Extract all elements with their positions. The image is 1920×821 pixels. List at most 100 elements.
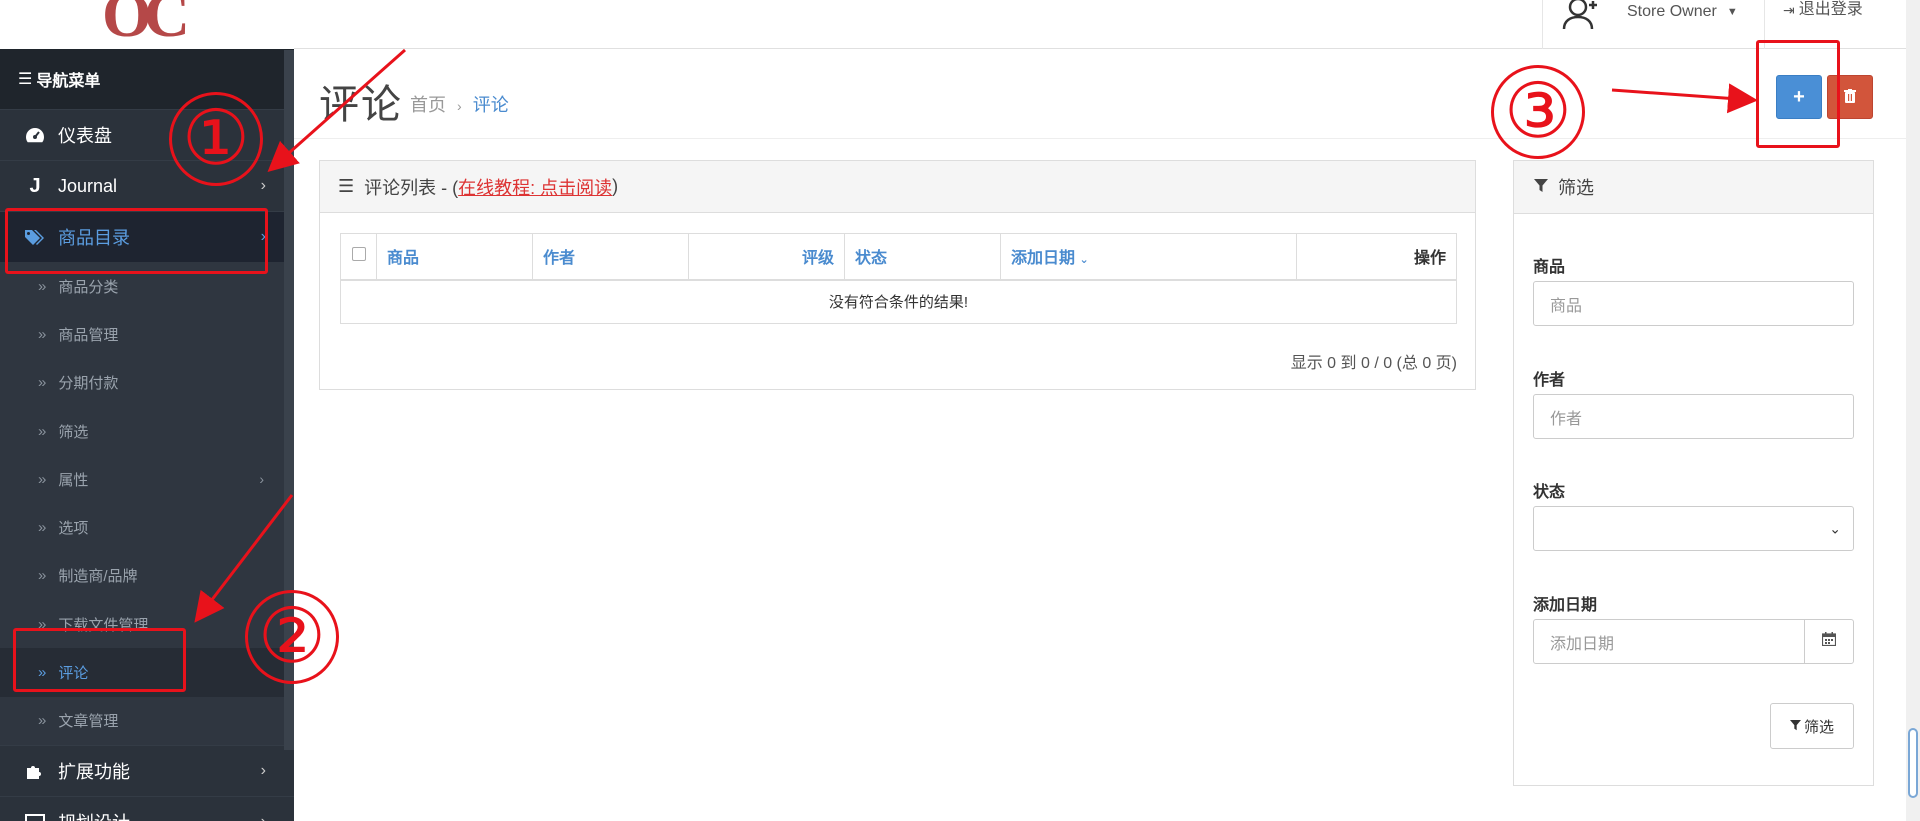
annotation-box-add-button	[1756, 40, 1840, 148]
logo-area: OC	[0, 0, 294, 49]
logo: OC	[102, 0, 190, 49]
caret-down-icon: ▼	[1726, 5, 1738, 18]
filter-status-select[interactable]: ⌄	[1533, 506, 1854, 551]
chevron-down-icon: ⌄	[1829, 520, 1841, 536]
chevron-right-icon: ›	[260, 177, 266, 194]
dashboard-icon	[24, 126, 46, 144]
select-all-cell	[340, 233, 377, 281]
sign-out-icon: ⇥	[1783, 2, 1795, 18]
sidebar-subitem-products[interactable]: » 商品管理	[0, 310, 294, 359]
double-chevron-icon: »	[38, 567, 47, 585]
sidebar-item-label: 扩展功能	[58, 761, 130, 782]
annotation-box-reviews	[13, 628, 186, 692]
chevron-right-icon: ›	[260, 761, 266, 779]
list-icon: ☰	[338, 176, 355, 196]
page-scrollbar-thumb[interactable]	[1908, 728, 1918, 798]
top-bar: Store Owner ▼ ⇥ 退出登录	[294, 0, 1920, 49]
double-chevron-icon: »	[38, 712, 47, 730]
column-header-status[interactable]: 状态	[844, 233, 1001, 281]
filter-date-label: 添加日期	[1533, 597, 1598, 614]
user-avatar-icon	[1561, 0, 1601, 35]
journal-icon: J	[29, 174, 41, 197]
filter-panel: 筛选 商品 商品 作者 作者 状态 ⌄ 添加日期 添加日期 筛选	[1513, 160, 1874, 786]
double-chevron-icon: »	[38, 277, 47, 295]
sidebar-subitem-installments[interactable]: » 分期付款	[0, 358, 294, 407]
page-header: 评论 首页 › 评论 +	[294, 50, 1920, 139]
review-list-heading: ☰ 评论列表 - ( 在线教程: 点击阅读 )	[320, 161, 1475, 213]
sidebar-subitem-label: 分期付款	[58, 375, 119, 393]
review-list-heading-prefix: 评论列表 - (	[364, 177, 459, 198]
sidebar-item-extensions[interactable]: 扩展功能 ›	[0, 744, 294, 796]
sidebar-subitem-manufacturers[interactable]: » 制造商/品牌	[0, 551, 294, 601]
sidebar-item-label: 规划设计	[58, 809, 130, 821]
breadcrumb-current-link[interactable]: 评论	[473, 95, 509, 115]
double-chevron-icon: »	[38, 325, 47, 343]
sidebar-subitem-options[interactable]: » 选项	[0, 503, 294, 552]
review-list-panel: ☰ 评论列表 - ( 在线教程: 点击阅读 ) 商品 作者 评级 状态 添加日期…	[319, 160, 1476, 390]
review-list-heading-suffix: )	[612, 176, 619, 196]
double-chevron-icon: »	[38, 519, 47, 537]
sidebar-subitem-label: 属性	[58, 471, 89, 489]
chevron-right-icon: ›	[259, 471, 264, 488]
sidebar-subitem-label: 选项	[58, 520, 89, 538]
filter-status-label: 状态	[1533, 484, 1566, 501]
desktop-icon	[24, 813, 46, 821]
sidebar-item-label: Journal	[58, 175, 118, 196]
column-header-rating[interactable]: 评级	[688, 233, 845, 281]
pagination-summary: 显示 0 到 0 / 0 (总 0 页)	[1290, 355, 1457, 372]
filter-date-group: 添加日期	[1533, 619, 1854, 664]
filter-date-input[interactable]: 添加日期	[1534, 620, 1805, 663]
double-chevron-icon: »	[38, 374, 47, 392]
page-scrollbar[interactable]	[1906, 0, 1920, 821]
table-row-empty: 没有符合条件的结果!	[340, 279, 1457, 324]
puzzle-icon	[24, 762, 46, 780]
column-header-author[interactable]: 作者	[532, 233, 689, 281]
page-title: 评论	[319, 83, 403, 127]
sidebar-subitem-filters[interactable]: » 筛选	[0, 406, 294, 456]
annotation-step-1: ①	[169, 92, 263, 186]
nav-menu-header-label: 导航菜单	[36, 73, 101, 90]
trash-icon	[1844, 88, 1856, 106]
filter-author-label: 作者	[1533, 372, 1566, 389]
sidebar-item-design[interactable]: 规划设计 ›	[0, 795, 294, 821]
filter-heading: 筛选	[1514, 161, 1873, 214]
column-header-date-added-label: 添加日期	[1011, 250, 1076, 268]
column-header-date-added[interactable]: 添加日期 ⌄	[1000, 233, 1297, 281]
filter-author-input[interactable]: 作者	[1533, 394, 1854, 439]
sidebar-subitem-label: 商品分类	[58, 278, 119, 296]
user-menu[interactable]: Store Owner ▼	[1542, 0, 1738, 49]
logout-label: 退出登录	[1798, 1, 1863, 18]
filter-product-input[interactable]: 商品	[1533, 281, 1854, 326]
filter-heading-label: 筛选	[1558, 178, 1594, 198]
filter-date-placeholder: 添加日期	[1550, 635, 1615, 653]
sidebar-item-label: 仪表盘	[58, 126, 112, 146]
filter-icon	[1789, 718, 1801, 735]
sort-caret-down-icon: ⌄	[1079, 254, 1089, 267]
filter-submit-label: 筛选	[1803, 718, 1834, 736]
filter-product-placeholder: 商品	[1550, 297, 1583, 315]
user-name: Store Owner	[1627, 2, 1717, 20]
calendar-icon	[1821, 632, 1837, 651]
sidebar-subitem-label: 制造商/品牌	[58, 568, 138, 586]
empty-result-text: 没有符合条件的结果!	[340, 279, 1457, 324]
sidebar-subitem-label: 筛选	[58, 423, 89, 441]
sidebar-subitem-articles[interactable]: » 文章管理	[0, 696, 294, 745]
chevron-right-icon: ›	[261, 813, 266, 821]
breadcrumb-separator-icon: ›	[457, 98, 462, 114]
filter-submit-button[interactable]: 筛选	[1770, 703, 1854, 749]
breadcrumb-home-link[interactable]: 首页	[410, 95, 446, 115]
sidebar-subitem-attributes[interactable]: » 属性 ›	[0, 455, 294, 504]
filter-author-placeholder: 作者	[1550, 410, 1583, 428]
menu-bars-icon: ☰	[18, 71, 33, 88]
tutorial-link[interactable]: 在线教程: 点击阅读	[458, 174, 612, 200]
select-all-checkbox[interactable]	[351, 246, 366, 261]
column-header-action: 操作	[1296, 233, 1457, 281]
double-chevron-icon: »	[38, 470, 47, 488]
column-header-product[interactable]: 商品	[376, 233, 533, 281]
annotation-step-2: ②	[245, 590, 339, 684]
filter-icon	[1534, 177, 1548, 198]
calendar-button[interactable]	[1805, 620, 1853, 663]
filter-product-label: 商品	[1533, 259, 1566, 276]
annotation-box-catalog	[5, 208, 268, 274]
breadcrumb: 首页 › 评论	[410, 91, 509, 117]
